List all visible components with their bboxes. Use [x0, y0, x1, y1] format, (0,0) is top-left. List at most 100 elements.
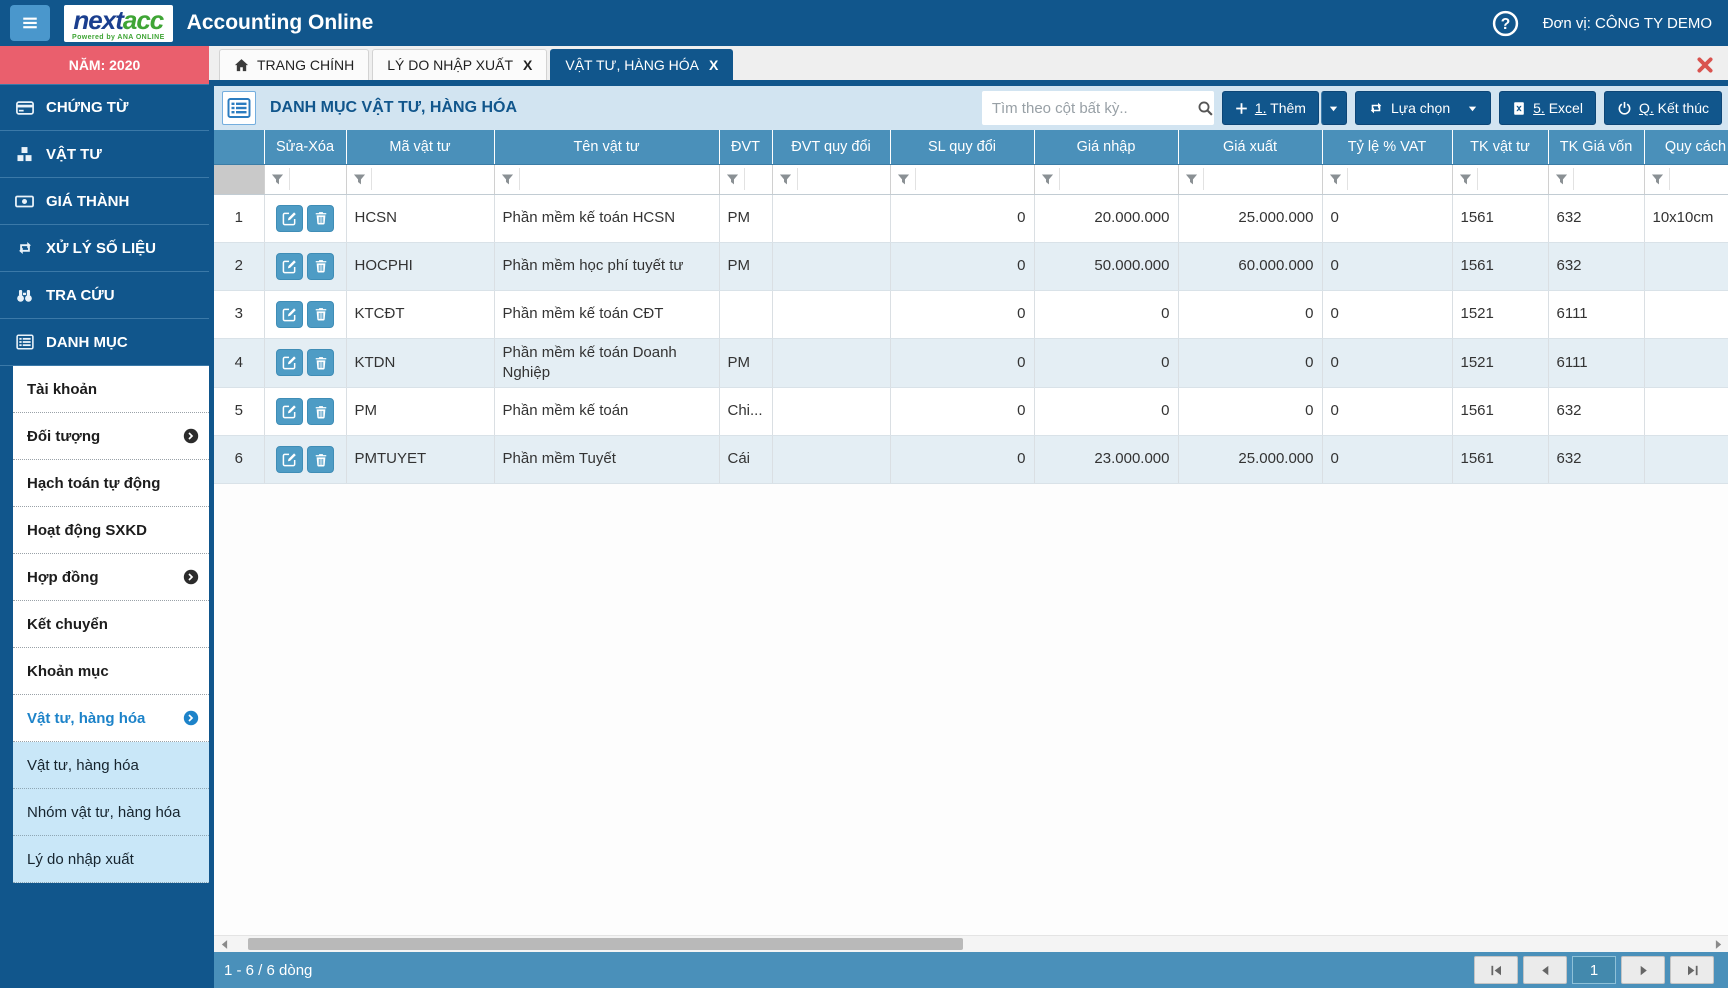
submenu-item[interactable]: Đối tượng: [13, 413, 209, 460]
sidebar-item-xu-ly-so-lieu[interactable]: XỬ LÝ SỐ LIỆU: [0, 225, 209, 272]
filter-cell-unit[interactable]: [719, 164, 773, 195]
submenu-item[interactable]: Hoạt động SXKD: [13, 507, 209, 554]
tab-close-x[interactable]: X: [709, 57, 718, 73]
table-row[interactable]: 1 HCSN Phần mềm kế toán HCSN PM 0 20.000.000 2…: [214, 194, 1728, 243]
column-header-spec[interactable]: Quy cách: [1644, 130, 1728, 165]
edit-row-button[interactable]: [276, 300, 303, 328]
filter-input[interactable]: [370, 168, 494, 190]
filter-cell-unit_conv[interactable]: [772, 164, 891, 195]
submenu-item[interactable]: Hợp đồng: [13, 554, 209, 601]
sidebar-item-chung-tu[interactable]: CHỨNG TỪ: [0, 84, 209, 131]
table-row[interactable]: 6 PMTUYET Phần mềm Tuyết Cái 0 23.000.000 25.0…: [214, 435, 1728, 484]
last-page-button[interactable]: [1670, 956, 1714, 984]
delete-row-button[interactable]: [307, 252, 334, 280]
scroll-left-arrow-icon[interactable]: [216, 937, 232, 951]
filter-input[interactable]: [743, 168, 772, 190]
filter-input[interactable]: [1476, 168, 1548, 190]
submenu-item[interactable]: Hạch toán tự động: [13, 460, 209, 507]
scrollbar-thumb[interactable]: [248, 938, 963, 950]
submenu-item[interactable]: Khoản mục: [13, 648, 209, 695]
filter-input[interactable]: [914, 168, 1034, 190]
filter-cell-name[interactable]: [494, 164, 720, 195]
first-page-button[interactable]: [1474, 956, 1518, 984]
column-header-code[interactable]: Mã vật tư: [346, 130, 495, 165]
next-page-button[interactable]: [1621, 956, 1665, 984]
tab[interactable]: LÝ DO NHẬP XUẤT X: [372, 49, 548, 80]
subsubmenu-item[interactable]: Nhóm vật tư, hàng hóa: [13, 789, 209, 836]
horizontal-scrollbar[interactable]: [214, 935, 1728, 952]
cell-price_out: 0: [1178, 290, 1323, 339]
filter-icon: [726, 173, 739, 186]
filter-cell-price_in[interactable]: [1034, 164, 1179, 195]
column-header-tk_gv[interactable]: TK Giá vốn: [1548, 130, 1645, 165]
filter-cell-vat[interactable]: [1322, 164, 1453, 195]
tab-close-x[interactable]: X: [523, 57, 532, 73]
column-header-price_in[interactable]: Giá nhập: [1034, 130, 1179, 165]
edit-row-button[interactable]: [276, 446, 303, 473]
scroll-right-arrow-icon[interactable]: [1710, 937, 1726, 951]
subsubmenu-item[interactable]: Lý do nhập xuất: [13, 836, 209, 883]
filter-icon: [1555, 173, 1568, 186]
column-header-unit_conv[interactable]: ĐVT quy đổi: [772, 130, 891, 165]
sidebar-item-vat-tu[interactable]: VẬT TƯ: [0, 131, 209, 178]
search-input[interactable]: [991, 99, 1191, 117]
cell-unit: PM: [719, 194, 773, 243]
submenu-item[interactable]: Vật tư, hàng hóa: [13, 695, 209, 742]
help-button[interactable]: ?: [1492, 10, 1519, 37]
column-header-unit[interactable]: ĐVT: [719, 130, 773, 165]
select-button[interactable]: Lựa chọn: [1354, 91, 1492, 125]
hamburger-menu-button[interactable]: [10, 5, 50, 41]
table-row[interactable]: 2 HOCPHI Phần mềm học phí tuyết tư PM 0 50.00…: [214, 242, 1728, 291]
search-icon[interactable]: [1197, 100, 1214, 117]
column-header-tk_vt[interactable]: TK vật tư: [1452, 130, 1549, 165]
submenu-item[interactable]: Kết chuyển: [13, 601, 209, 648]
filter-input[interactable]: [1572, 168, 1644, 190]
filter-cell-spec[interactable]: [1644, 164, 1728, 195]
filter-cell-actions[interactable]: [264, 164, 347, 195]
subsubmenu-item[interactable]: Vật tư, hàng hóa: [13, 742, 209, 789]
filter-input[interactable]: [518, 168, 719, 190]
filter-cell-tk_vt[interactable]: [1452, 164, 1549, 195]
filter-input[interactable]: [1058, 168, 1178, 190]
edit-row-button[interactable]: [276, 349, 303, 377]
filter-cell-tk_gv[interactable]: [1548, 164, 1645, 195]
delete-row-button[interactable]: [307, 204, 334, 232]
filter-input[interactable]: [1668, 168, 1728, 190]
filter-cell-price_out[interactable]: [1178, 164, 1323, 195]
table-row[interactable]: 5 PM Phần mềm kế toán Chi... 0 0 0 0 1561 632: [214, 387, 1728, 436]
filter-cell-qty_conv[interactable]: [890, 164, 1035, 195]
filter-cell-code[interactable]: [346, 164, 495, 195]
column-header-qty_conv[interactable]: SL quy đổi: [890, 130, 1035, 165]
finish-button[interactable]: Q. Kết thúc: [1603, 91, 1722, 125]
tab[interactable]: TRANG CHÍNH: [219, 49, 370, 80]
excel-button[interactable]: 5. Excel: [1499, 91, 1596, 125]
close-tab-button[interactable]: [1696, 56, 1714, 74]
submenu-item[interactable]: Tài khoản: [13, 366, 209, 413]
prev-page-button[interactable]: [1523, 956, 1567, 984]
delete-row-button[interactable]: [307, 349, 334, 377]
edit-row-button[interactable]: [276, 398, 303, 425]
filter-input[interactable]: [1202, 168, 1322, 190]
add-dropdown-button[interactable]: [1320, 91, 1347, 125]
column-header-name[interactable]: Tên vật tư: [494, 130, 720, 165]
add-button[interactable]: 1. Thêm: [1221, 91, 1319, 125]
year-badge[interactable]: NĂM: 2020: [0, 46, 209, 84]
sidebar-item-tra-cuu[interactable]: TRA CỨU: [0, 272, 209, 319]
edit-row-button[interactable]: [276, 204, 303, 232]
column-header-num[interactable]: [214, 130, 265, 165]
delete-row-button[interactable]: [307, 300, 334, 328]
column-header-actions[interactable]: Sửa-Xóa: [264, 130, 347, 165]
column-header-vat[interactable]: Tỷ lệ % VAT: [1322, 130, 1453, 165]
filter-input[interactable]: [1346, 168, 1452, 190]
table-row[interactable]: 3 KTCĐT Phần mềm kế toán CĐT 0 0 0 0 1521 6111: [214, 290, 1728, 339]
column-header-price_out[interactable]: Giá xuất: [1178, 130, 1323, 165]
tab[interactable]: VẬT TƯ, HÀNG HÓA X: [550, 49, 734, 80]
table-row[interactable]: 4 KTDN Phần mềm kế toán Doanh Nghiệp PM 0 0 0 0…: [214, 338, 1728, 388]
sidebar-item-danh-muc[interactable]: DANH MỤC: [0, 319, 209, 366]
sidebar-item-gia-thanh[interactable]: GIÁ THÀNH: [0, 178, 209, 225]
filter-input[interactable]: [796, 168, 890, 190]
delete-row-button[interactable]: [307, 398, 334, 425]
delete-row-button[interactable]: [307, 446, 334, 473]
filter-input[interactable]: [288, 168, 346, 190]
edit-row-button[interactable]: [276, 252, 303, 280]
